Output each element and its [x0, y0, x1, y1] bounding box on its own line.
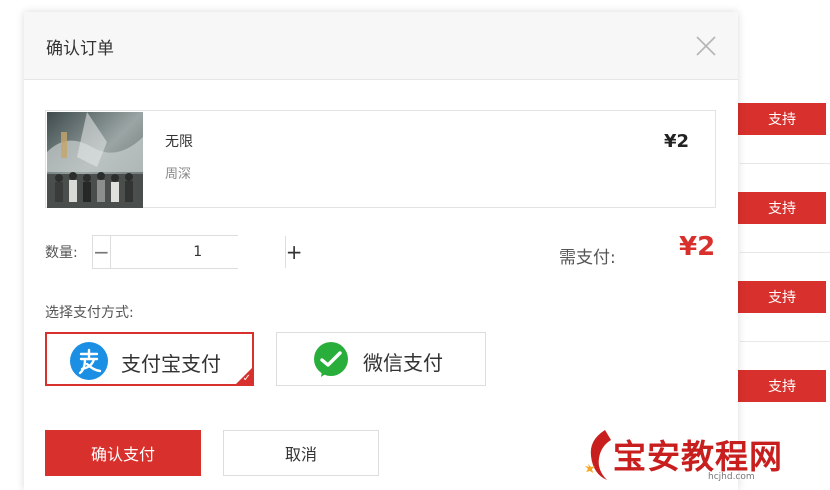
product-name: 无限 — [165, 134, 193, 150]
product-price: ¥2 — [664, 131, 690, 152]
quantity-stepper: − + — [92, 235, 303, 269]
list-divider — [740, 341, 830, 342]
alipay-icon — [70, 342, 108, 380]
watermark-text: 宝安教程网 — [613, 437, 783, 476]
watermark-logo-icon — [585, 430, 611, 480]
amount-due-value: ¥2 — [679, 232, 716, 262]
support-button[interactable]: 支持 — [738, 103, 826, 135]
payment-method-label: 选择支付方式: — [45, 305, 134, 321]
wechat-pay-option[interactable]: 微信支付 — [276, 332, 486, 386]
quantity-label: 数量: — [45, 245, 78, 261]
support-button[interactable]: 支持 — [738, 281, 826, 313]
alipay-option[interactable]: 支付宝支付 ✓ — [45, 332, 254, 386]
support-button[interactable]: 支持 — [738, 192, 826, 224]
confirm-order-dialog: 确认订单 无限 周深 ¥2 数量: − 1 + 需支付: ¥2 选择支付方式: … — [24, 12, 738, 490]
check-icon: ✓ — [242, 373, 251, 384]
dialog-title: 确认订单 — [46, 39, 114, 59]
confirm-payment-button[interactable]: 确认支付 — [45, 430, 201, 476]
list-divider — [740, 163, 830, 164]
product-artist: 周深 — [165, 167, 192, 182]
album-cover-image — [47, 112, 143, 208]
decrease-button[interactable]: − — [93, 236, 111, 268]
watermark: 宝安教程网 hcjhd.com — [585, 428, 825, 486]
watermark-url: hcjhd.com — [708, 472, 755, 482]
list-divider — [740, 252, 830, 253]
wechat-pay-label: 微信支付 — [363, 351, 443, 375]
increase-button[interactable]: + — [284, 236, 303, 268]
amount-due-label: 需支付: — [559, 248, 616, 268]
quantity-input[interactable] — [110, 236, 285, 268]
wechat-icon — [310, 341, 348, 379]
alipay-label: 支付宝支付 — [121, 352, 221, 376]
cancel-button[interactable]: 取消 — [223, 430, 379, 476]
close-icon[interactable] — [694, 34, 718, 58]
product-card: 无限 周深 ¥2 — [45, 110, 716, 208]
dialog-header: 确认订单 — [24, 12, 738, 80]
support-button[interactable]: 支持 — [738, 370, 826, 402]
